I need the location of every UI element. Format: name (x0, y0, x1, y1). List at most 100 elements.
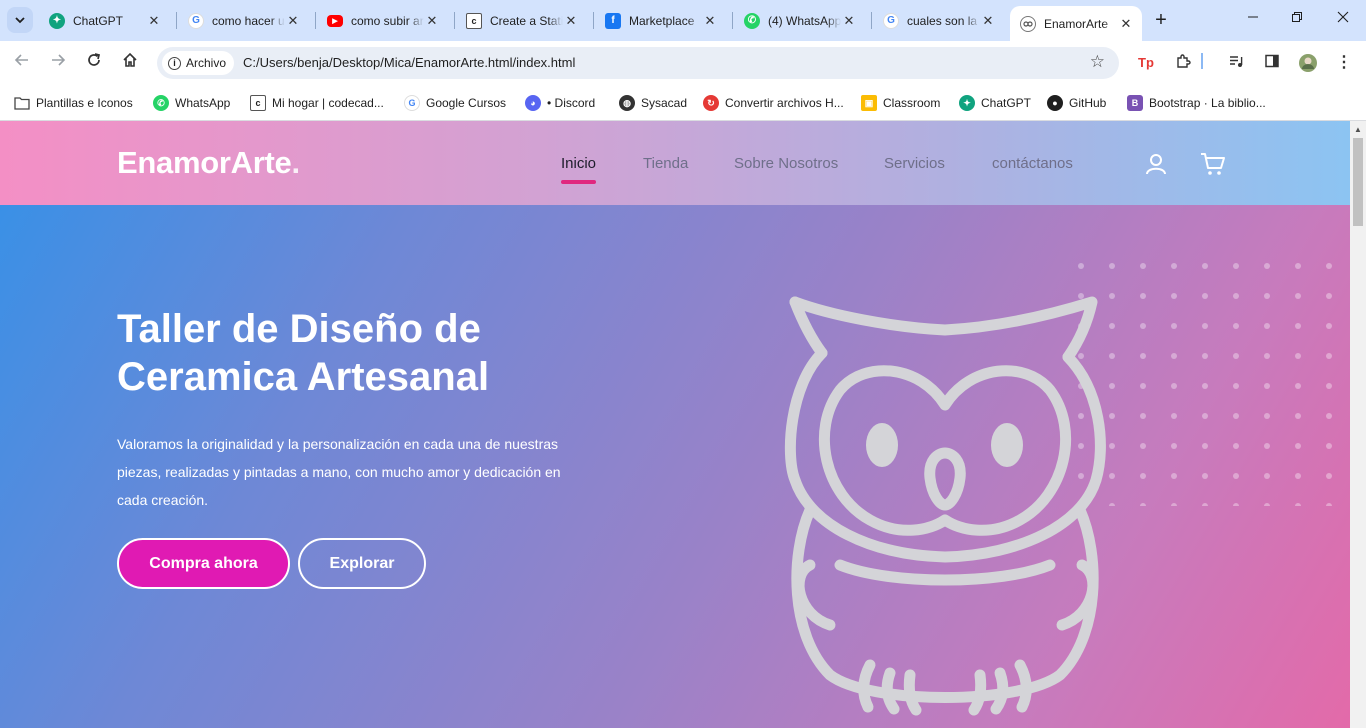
page-viewport: EnamorArte. Inicio Tienda Sobre Nosotros… (0, 121, 1350, 728)
bookmark-convertir[interactable]: ↻ Convertir archivos H... (703, 93, 844, 113)
site-header: EnamorArte. Inicio Tienda Sobre Nosotros… (0, 121, 1350, 205)
decoration-dot (1264, 293, 1270, 299)
bootstrap-icon: B (1127, 95, 1143, 111)
decoration-dot (1140, 353, 1146, 359)
decoration-dot (1202, 473, 1208, 479)
nav-tienda[interactable]: Tienda (643, 155, 688, 172)
buy-now-button[interactable]: Compra ahora (117, 538, 290, 589)
decoration-dot (1078, 263, 1084, 269)
tab-chatgpt[interactable]: ✦ ChatGPT ✕ (39, 6, 170, 35)
globe-icon: ◍ (619, 95, 635, 111)
bookmark-star-icon[interactable]: ☆ (1090, 52, 1105, 72)
decoration-dot (1326, 413, 1332, 419)
tab-title: EnamorArte (1044, 16, 1109, 31)
close-icon[interactable]: ✕ (702, 13, 718, 29)
decoration-dot (1171, 443, 1177, 449)
decoration-dot (1295, 263, 1301, 269)
menu-kebab-icon[interactable]: ⋮ (1334, 53, 1354, 73)
decoration-dot (1171, 353, 1177, 359)
bookmark-chatgpt[interactable]: ✦ ChatGPT (959, 93, 1031, 113)
facebook-icon: f (605, 12, 621, 29)
url-text[interactable]: C:/Users/benja/Desktop/Mica/EnamorArte.h… (243, 55, 575, 70)
nav-inicio[interactable]: Inicio (561, 155, 596, 172)
decoration-dot (1202, 293, 1208, 299)
restore-icon[interactable] (1287, 10, 1307, 30)
owl-eye-right (991, 423, 1023, 467)
tab-separator (732, 12, 733, 29)
cart-icon[interactable] (1200, 152, 1226, 181)
decoration-dot (1264, 323, 1270, 329)
reload-icon[interactable] (82, 51, 106, 75)
extensions-puzzle-icon[interactable] (1173, 53, 1193, 73)
decoration-dot (1233, 293, 1239, 299)
page-scrollbar[interactable]: ▲ (1350, 121, 1366, 728)
bookmark-plantillas[interactable]: Plantillas e Iconos (14, 93, 133, 113)
close-icon[interactable]: ✕ (424, 13, 440, 29)
bookmark-codecademy[interactable]: c Mi hogar | codecad... (250, 93, 384, 113)
tab-title: Marketplace (629, 13, 695, 28)
bookmark-whatsapp[interactable]: ✆ WhatsApp (153, 93, 230, 113)
hero-section: Taller de Diseño de Ceramica Artesanal V… (0, 205, 1350, 728)
bookmark-classroom[interactable]: ▣ Classroom (861, 93, 940, 113)
profile-avatar[interactable] (1298, 53, 1318, 73)
decoration-dot (1264, 443, 1270, 449)
extension-tp-icon[interactable]: Tp (1136, 53, 1156, 73)
tab-google-2[interactable]: G cuales son la ✕ (873, 6, 1004, 35)
bookmark-bootstrap[interactable]: B Bootstrap · La biblio... (1127, 93, 1266, 113)
side-panel-icon[interactable] (1262, 53, 1282, 73)
close-icon[interactable]: ✕ (563, 13, 579, 29)
address-bar[interactable]: i Archivo C:/Users/benja/Desktop/Mica/En… (157, 47, 1119, 79)
decoration-dot (1233, 383, 1239, 389)
close-icon[interactable]: ✕ (841, 13, 857, 29)
tab-youtube[interactable]: ▶ como subir ar ✕ (317, 6, 448, 35)
user-icon[interactable] (1145, 153, 1167, 180)
decoration-dot (1109, 263, 1115, 269)
bookmark-label: Convertir archivos H... (725, 96, 844, 110)
nav-sobre-nosotros[interactable]: Sobre Nosotros (734, 155, 838, 172)
tab-search-button[interactable] (7, 7, 33, 33)
google-icon: G (883, 12, 899, 29)
decoration-dot (1264, 383, 1270, 389)
tab-marketplace[interactable]: f Marketplace ✕ (595, 6, 726, 35)
decoration-dot (1202, 263, 1208, 269)
decoration-dot (1140, 503, 1146, 506)
convert-icon: ↻ (703, 95, 719, 111)
minimize-icon[interactable] (1243, 10, 1263, 30)
decoration-dot (1326, 443, 1332, 449)
forward-arrow-icon[interactable] (46, 51, 70, 75)
site-info-chip[interactable]: i Archivo (162, 51, 235, 75)
media-control-icon[interactable] (1226, 53, 1246, 73)
bookmark-discord[interactable]: ◕ • Discord (525, 93, 595, 113)
home-icon[interactable] (118, 51, 142, 75)
toolbar-divider (1200, 53, 1204, 73)
decoration-dot (1202, 353, 1208, 359)
tab-enamorarte-active[interactable]: EnamorArte ✕ (1010, 6, 1142, 41)
close-icon[interactable]: ✕ (1118, 16, 1134, 32)
window-close-icon[interactable] (1333, 10, 1353, 30)
explore-button[interactable]: Explorar (298, 538, 426, 589)
logo-dot: . (291, 145, 300, 180)
scroll-thumb[interactable] (1353, 138, 1363, 226)
bookmark-sysacad[interactable]: ◍ Sysacad (619, 93, 687, 113)
close-icon[interactable]: ✕ (980, 13, 996, 29)
nav-contactanos[interactable]: contáctanos (992, 155, 1073, 172)
bookmark-label: Classroom (883, 96, 941, 110)
close-icon[interactable]: ✕ (146, 13, 162, 29)
bookmark-google-cursos[interactable]: G Google Cursos (404, 93, 506, 113)
close-icon[interactable]: ✕ (285, 13, 301, 29)
decoration-dot (1326, 383, 1332, 389)
browser-chrome: ✦ ChatGPT ✕ G como hacer una ✕ ▶ como su… (0, 0, 1366, 121)
bookmark-github[interactable]: ● GitHub (1047, 93, 1106, 113)
back-arrow-icon[interactable] (10, 51, 34, 75)
tab-google-1[interactable]: G como hacer una ✕ (178, 6, 309, 35)
site-logo[interactable]: EnamorArte. (117, 145, 300, 181)
decoration-dot (1295, 293, 1301, 299)
new-tab-button[interactable]: + (1151, 9, 1171, 31)
tab-whatsapp[interactable]: ✆ (4) WhatsApp ✕ (734, 6, 865, 35)
decoration-dot (1171, 263, 1177, 269)
tab-codecademy[interactable]: c Create a Static ✕ (456, 6, 587, 35)
nav-servicios[interactable]: Servicios (884, 155, 945, 172)
decoration-dot (1140, 443, 1146, 449)
tab-separator (593, 12, 594, 29)
scroll-up-icon[interactable]: ▲ (1354, 125, 1362, 134)
